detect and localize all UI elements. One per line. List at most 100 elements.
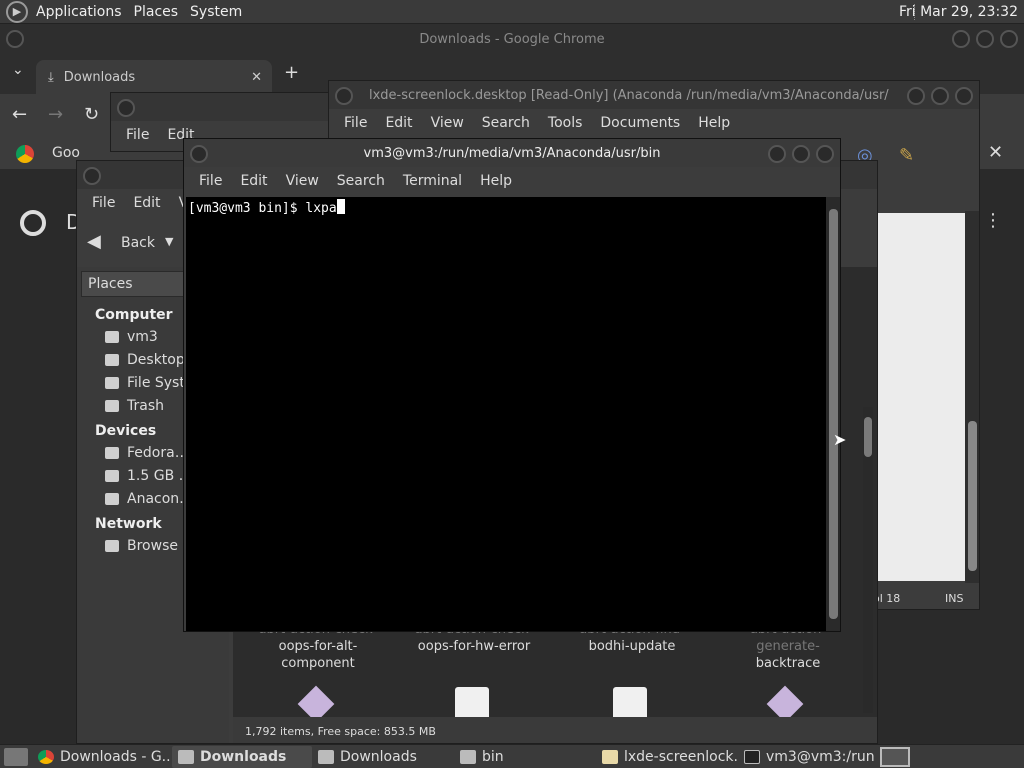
text-file-icon[interactable] — [613, 687, 647, 721]
chrome-titlebar[interactable]: Downloads - Google Chrome — [0, 24, 1024, 54]
task-fm-downloads[interactable]: Downloads — [312, 746, 454, 768]
menu-terminal[interactable]: Terminal — [394, 173, 471, 189]
menu-help[interactable]: Help — [689, 115, 739, 131]
back-arrow-icon: ◀ — [87, 231, 101, 252]
window-menu-button[interactable] — [117, 99, 135, 117]
task-label: Downloads — [340, 748, 417, 765]
editor-window-title: lxde-screenlock.desktop [Read-Only] (Ana… — [369, 87, 889, 103]
editor-titlebar[interactable]: lxde-screenlock.desktop [Read-Only] (Ana… — [329, 81, 979, 109]
editor-text-area[interactable] — [877, 213, 965, 581]
task-label: bin — [482, 748, 504, 765]
close-bar-icon[interactable]: ✕ — [988, 142, 1003, 163]
show-desktop-icon[interactable] — [4, 747, 28, 766]
minimize-button[interactable] — [952, 30, 970, 48]
clock[interactable]: Fri Mar 29, 23:32 — [899, 4, 1018, 20]
sidebar-item-label: Fedora… — [127, 444, 189, 461]
back-arrow-icon[interactable]: ← — [12, 104, 27, 125]
menu-search[interactable]: Search — [328, 173, 394, 189]
terminal-cursor — [336, 199, 345, 214]
menu-file[interactable]: File — [335, 115, 376, 131]
taskbar: Downloads - G... Downloads Downloads bin… — [0, 744, 1024, 768]
task-label: Downloads - G... — [60, 748, 172, 765]
forward-arrow-icon[interactable]: → — [48, 104, 63, 125]
chrome-icon — [38, 749, 54, 764]
menu-applications[interactable]: Applications — [30, 4, 128, 20]
tab-downloads[interactable]: ⤓ Downloads ✕ — [36, 60, 272, 94]
task-chrome-downloads[interactable]: Downloads - G... — [32, 746, 172, 768]
maximize-button[interactable] — [792, 145, 810, 163]
tab-search-chevron-icon[interactable]: ⌄ — [12, 62, 24, 78]
close-button[interactable] — [955, 87, 973, 105]
chrome-logo-icon — [20, 210, 46, 236]
system-logo-icon[interactable]: ▶ — [6, 0, 28, 23]
window-menu-button[interactable] — [83, 167, 101, 185]
terminal-window-title: vm3@vm3:/run/media/vm3/Anaconda/usr/bin — [363, 145, 661, 161]
window-menu-button[interactable] — [190, 145, 208, 163]
task-fm-downloads-active[interactable]: Downloads — [172, 745, 312, 768]
text-editor-icon — [602, 749, 618, 764]
desktop-icon — [105, 353, 119, 366]
download-icon: ⤓ — [48, 69, 54, 85]
drive-icon — [105, 446, 119, 459]
terminal-scrollbar[interactable] — [826, 197, 840, 631]
scrollbar-thumb[interactable] — [864, 417, 872, 457]
back-dropdown-icon[interactable]: ▼ — [165, 235, 173, 248]
drive-icon — [105, 492, 119, 505]
status-text: 1,792 items, Free space: 853.5 MB — [245, 724, 436, 738]
terminal-screen[interactable]: [vm3@vm3 bin]$ lxpa — [186, 197, 826, 631]
task-terminal[interactable]: vm3@vm3:/run... — [738, 746, 876, 768]
menu-file[interactable]: File — [117, 127, 158, 143]
editor-scrollbar[interactable] — [965, 211, 979, 583]
minimize-button[interactable] — [907, 87, 925, 105]
menu-view[interactable]: View — [277, 173, 328, 189]
terminal-icon — [744, 749, 760, 764]
menu-tools[interactable]: Tools — [539, 115, 592, 131]
bookmark-google[interactable]: Goo — [52, 145, 80, 161]
sidebar-item-label: Trash — [127, 397, 164, 414]
menu-edit[interactable]: Edit — [231, 173, 276, 189]
toolbar-tools-icon[interactable]: ✎ — [899, 145, 914, 166]
folder-icon — [178, 749, 194, 764]
maximize-button[interactable] — [976, 30, 994, 48]
menu-help[interactable]: Help — [471, 173, 521, 189]
terminal-titlebar[interactable]: vm3@vm3:/run/media/vm3/Anaconda/usr/bin — [184, 139, 840, 167]
menu-edit[interactable]: Edit — [124, 195, 169, 211]
new-tab-button[interactable]: + — [284, 62, 299, 83]
menu-places[interactable]: Places — [128, 4, 185, 20]
workspace-switcher[interactable] — [880, 746, 910, 767]
folder-icon — [460, 749, 476, 764]
menu-documents[interactable]: Documents — [591, 115, 689, 131]
close-button[interactable] — [816, 145, 834, 163]
file-grid-scrollbar[interactable] — [863, 407, 873, 713]
task-label: Downloads — [200, 748, 287, 765]
text-file-icon[interactable] — [455, 687, 489, 721]
minimize-button[interactable] — [768, 145, 786, 163]
maximize-button[interactable] — [931, 87, 949, 105]
menu-system[interactable]: System — [184, 4, 248, 20]
menu-file[interactable]: File — [83, 195, 124, 211]
chrome-window-title: Downloads - Google Chrome — [419, 31, 605, 47]
back-button[interactable]: Back — [121, 235, 155, 251]
scrollbar-thumb[interactable] — [968, 421, 977, 571]
more-options-icon[interactable]: ⋮ — [984, 210, 1002, 231]
close-button[interactable] — [1000, 30, 1018, 48]
window-menu-button[interactable] — [6, 30, 24, 48]
menu-view[interactable]: View — [422, 115, 473, 131]
file-name: oops-for-hw-error — [417, 639, 531, 654]
terminal-menubar: File Edit View Search Terminal Help — [184, 167, 840, 195]
terminal-input[interactable]: lxpa — [305, 201, 336, 216]
task-editor[interactable]: lxde-screenlock... — [596, 746, 738, 768]
menu-search[interactable]: Search — [473, 115, 539, 131]
scrollbar-thumb[interactable] — [829, 209, 838, 619]
editor-menubar: File Edit View Search Tools Documents He… — [329, 109, 979, 137]
terminal-prompt: [vm3@vm3 bin]$ — [188, 201, 306, 216]
top-panel: ▶ Applications Places System Fri Mar 29,… — [0, 0, 1024, 24]
window-menu-button[interactable] — [335, 87, 353, 105]
file-name: bodhi-update — [588, 639, 676, 654]
tab-close-icon[interactable]: ✕ — [251, 70, 262, 85]
task-fm-bin[interactable]: bin — [454, 746, 596, 768]
menu-edit[interactable]: Edit — [376, 115, 421, 131]
reload-icon[interactable]: ↻ — [84, 104, 99, 125]
fm-statusbar: 1,792 items, Free space: 853.5 MB — [233, 717, 877, 743]
menu-file[interactable]: File — [190, 173, 231, 189]
